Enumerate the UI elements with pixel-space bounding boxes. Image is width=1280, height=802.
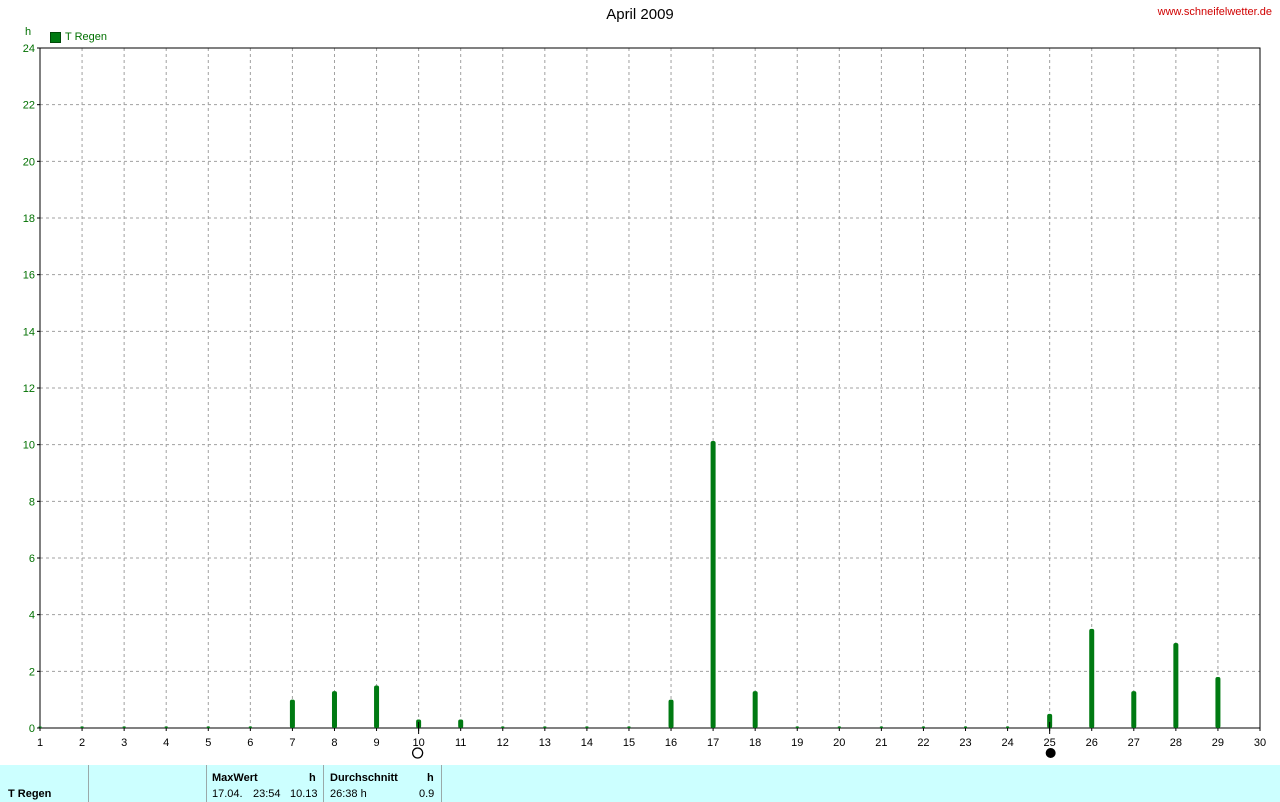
footer-divider: [206, 765, 207, 802]
rain-bar: [1173, 643, 1179, 728]
legend-label: T Regen: [65, 31, 107, 43]
rain-bar: [795, 726, 799, 728]
rain-duration-chart: 024681012141618202224 1 2 3 4 5 6 7 8 9 10 11 12 13 1…: [23, 43, 1266, 759]
x-tick-label: 21: [875, 737, 887, 749]
rain-bar: [1215, 677, 1221, 728]
y-tick-labels: 024681012141618202224: [23, 43, 40, 735]
rain-bar: [248, 726, 252, 728]
rain-bar: [501, 726, 505, 728]
avg-header: Durchschnitt: [330, 772, 398, 784]
grid: [40, 47, 1260, 728]
rain-bar: [80, 726, 84, 728]
x-tick-label: 10: [412, 737, 424, 749]
x-tick-labels: 1 2 3 4 5 6 7 8 9 10 11 12 13 14 15 16 17 18 19 20 21 22 23 24 2…: [37, 728, 1266, 749]
y-tick-label: 10: [23, 440, 35, 452]
x-tick-label: 5: [205, 737, 211, 749]
x-tick-label: 2: [79, 737, 85, 749]
x-tick-label: 18: [749, 737, 761, 749]
rain-bar: [585, 726, 589, 728]
x-tick-label: 16: [665, 737, 677, 749]
rain-bar: [1131, 691, 1137, 728]
y-axis-unit: h: [25, 26, 32, 38]
y-tick-label: 18: [23, 213, 35, 225]
rain-bar: [627, 726, 631, 728]
new-moon-icon: [1045, 748, 1056, 758]
max-header: MaxWert: [212, 772, 258, 784]
x-tick-label: 14: [581, 737, 593, 749]
x-tick-label: 11: [455, 737, 466, 749]
legend-swatch: [50, 31, 61, 43]
site-url[interactable]: www.schneifelwetter.de: [1158, 6, 1272, 18]
rain-bar: [964, 726, 968, 728]
x-tick-label: 8: [331, 737, 337, 749]
y-tick-label: 22: [23, 100, 35, 112]
x-tick-label: 28: [1170, 737, 1182, 749]
y-tick-label: 8: [29, 496, 35, 508]
rain-bar: [206, 726, 210, 728]
rain-bar: [331, 691, 337, 728]
x-tick-label: 7: [289, 737, 295, 749]
x-tick-label: 17: [707, 737, 719, 749]
y-tick-label: 2: [29, 666, 35, 678]
rain-bar: [752, 691, 758, 728]
max-time: 23:54: [253, 788, 281, 800]
x-tick-label: 3: [121, 737, 127, 749]
rain-bar: [1006, 726, 1010, 728]
rain-bar: [458, 719, 464, 728]
rain-bar: [710, 440, 716, 728]
max-unit: h: [309, 772, 316, 784]
summary-footer: T Regen MaxWert h 17.04. 23:54 10.13 Dur…: [0, 765, 1280, 802]
rain-bar: [879, 726, 883, 728]
max-date: 17.04.: [212, 788, 243, 800]
max-value: 10.13: [290, 788, 318, 800]
x-tick-label: 9: [373, 737, 379, 749]
x-tick-label: 22: [917, 737, 929, 749]
y-tick-label: 6: [29, 553, 35, 565]
x-tick-label: 15: [623, 737, 635, 749]
x-tick-label: 4: [163, 737, 169, 749]
y-tick-label: 24: [23, 43, 35, 55]
rain-bar: [921, 726, 925, 728]
avg-unit: h: [427, 772, 434, 784]
footer-series-label: T Regen: [8, 788, 52, 800]
footer-divider: [88, 765, 89, 802]
x-tick-label: 6: [247, 737, 253, 749]
y-tick-label: 0: [29, 723, 35, 735]
rain-bar: [543, 726, 547, 728]
avg-total: 26:38 h: [330, 788, 367, 800]
legend: T Regen: [50, 31, 107, 43]
y-tick-label: 12: [23, 383, 35, 395]
x-tick-label: 25: [1044, 737, 1056, 749]
x-tick-label: 30: [1254, 737, 1266, 749]
rain-bar: [1089, 628, 1095, 728]
x-tick-label: 1: [37, 737, 43, 749]
y-tick-label: 16: [23, 270, 35, 282]
rain-bar: [122, 726, 126, 728]
rain-bar: [289, 699, 295, 728]
x-tick-label: 27: [1128, 737, 1140, 749]
x-tick-label: 24: [1001, 737, 1013, 749]
y-tick-label: 4: [29, 610, 35, 622]
x-tick-label: 13: [539, 737, 551, 749]
rain-bar: [374, 685, 380, 728]
avg-value: 0.9: [419, 788, 435, 800]
x-tick-label: 19: [791, 737, 803, 749]
rain-bar: [164, 726, 168, 728]
x-tick-label: 29: [1212, 737, 1224, 749]
footer-divider: [441, 765, 442, 802]
footer-divider: [323, 765, 324, 802]
y-tick-label: 14: [23, 326, 35, 338]
rain-bar: [837, 726, 841, 728]
x-tick-label: 23: [959, 737, 971, 749]
x-tick-label: 26: [1086, 737, 1098, 749]
rain-bar: [668, 699, 674, 728]
y-tick-label: 20: [23, 156, 35, 168]
full-moon-icon: [411, 747, 424, 759]
x-tick-label: 20: [833, 737, 845, 749]
chart-title: April 2009: [606, 6, 674, 23]
x-tick-label: 12: [497, 737, 509, 749]
